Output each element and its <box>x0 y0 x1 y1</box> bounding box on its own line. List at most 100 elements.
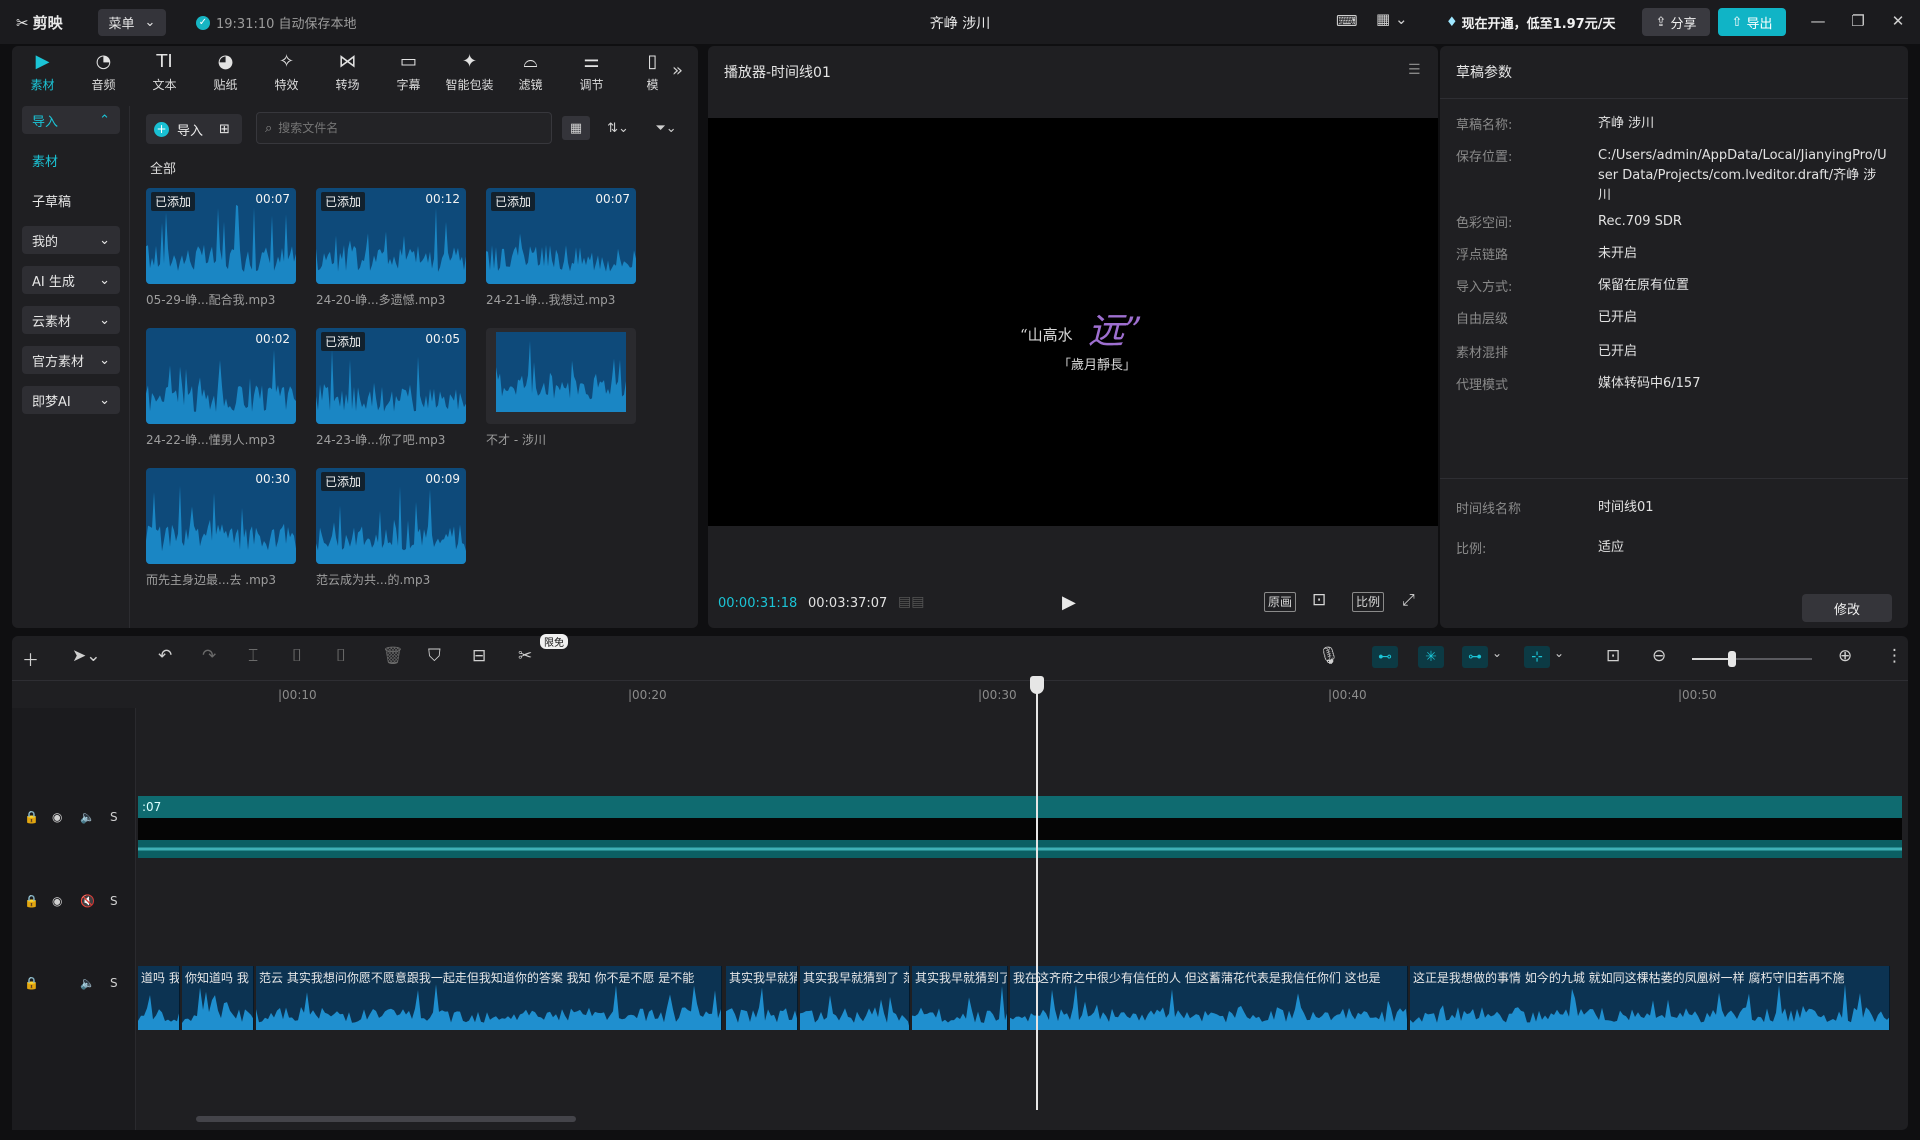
lock-icon[interactable]: 🔒 <box>24 810 39 824</box>
undo-icon[interactable]: ↶ <box>158 646 172 666</box>
eye-icon[interactable]: ◉ <box>52 810 62 824</box>
media-item[interactable]: 已添加 00:07 05-29-峥...配合我.mp3 <box>146 188 296 308</box>
s-icon[interactable]: S <box>110 976 118 990</box>
tab-sticker[interactable]: ◕ 贴纸 <box>195 46 256 98</box>
microphone-icon[interactable]: 🎙 <box>1318 646 1340 666</box>
more-options-icon[interactable]: ⋮ <box>1886 646 1903 666</box>
media-item[interactable]: 已添加 00:09 范云成为共...的.mp3 <box>316 468 466 588</box>
nav-cloud[interactable]: 云素材 ⌄ <box>22 306 120 334</box>
modify-button[interactable]: 修改 <box>1802 594 1892 622</box>
playhead-handle[interactable] <box>1030 676 1044 694</box>
chevron-down-icon[interactable]: ⌄ <box>1492 646 1502 660</box>
sort-icon[interactable]: ⇅⌄ <box>600 116 636 140</box>
tab-text[interactable]: TI 文本 <box>134 46 195 98</box>
audio-clip[interactable]: 道吗 我 <box>138 966 180 1030</box>
filter-icon[interactable]: ⏷⌄ <box>648 116 684 140</box>
tab-subtitle[interactable]: ▭ 字幕 <box>378 46 439 98</box>
split-icon[interactable]: ⌶ <box>248 646 258 666</box>
mute-icon[interactable]: 🔇 <box>80 894 95 908</box>
minimize-icon[interactable]: — <box>1808 12 1828 32</box>
audio-clip[interactable]: 你知道吗 我 <box>182 966 254 1030</box>
more-tabs-icon[interactable]: » <box>672 60 683 81</box>
nav-sub-draft[interactable]: 子草稿 <box>22 186 120 214</box>
ratio-button[interactable]: 比例 <box>1352 592 1385 612</box>
export-button[interactable]: ⇧ 导出 <box>1718 8 1786 36</box>
audio-clip[interactable]: 其实我早就猜到了 范云想 <box>800 966 910 1030</box>
horizontal-scrollbar[interactable] <box>196 1116 576 1122</box>
nav-import[interactable]: 导入 ⌃ <box>22 106 120 134</box>
select-cursor-icon[interactable]: ➤⌄ <box>72 646 101 666</box>
media-item[interactable]: 不才 - 涉川 <box>486 328 636 448</box>
search-input[interactable] <box>278 121 539 135</box>
nav-ai-gen[interactable]: AI 生成 ⌄ <box>22 266 120 294</box>
s-icon[interactable]: S <box>110 894 118 908</box>
tab-audio[interactable]: ◔ 音频 <box>73 46 134 98</box>
add-track-icon[interactable]: ＋ <box>22 646 39 671</box>
video-preview[interactable]: “山高水 远” 「歲月靜長」 <box>708 118 1438 526</box>
subtitle-edit-icon[interactable]: ⊟ <box>472 646 486 666</box>
speaker-icon[interactable]: 🔈 <box>80 810 95 824</box>
audio-clip[interactable]: 其实我早就猜到了 <box>912 966 1008 1030</box>
video-clip-waveform[interactable] <box>138 840 1902 858</box>
play-icon[interactable]: ▶ <box>1062 592 1076 613</box>
audio-clip[interactable]: 这正是我想做的事情 如今的九城 就如同这棵枯萎的凤凰树一样 腐朽守旧若再不施 <box>1410 966 1890 1030</box>
close-icon[interactable]: ✕ <box>1888 12 1908 32</box>
video-clip-frames[interactable] <box>138 818 1902 840</box>
zoom-slider-handle[interactable] <box>1728 651 1736 667</box>
audio-clip[interactable]: 范云 其实我想问你愿不愿意跟我一起走但我知道你的答案 我知 你不是不愿 是不能 <box>256 966 722 1030</box>
media-item[interactable]: 00:30 而先主身边最...去 .mp3 <box>146 468 296 588</box>
screenshot-icon[interactable]: ⊡ <box>1312 590 1326 610</box>
zoom-out-icon[interactable]: ⊖ <box>1652 646 1666 666</box>
zoom-fit-icon[interactable]: ⊡ <box>1606 646 1620 666</box>
frames-icon[interactable]: ▤▤ <box>898 594 924 610</box>
speaker-icon[interactable]: 🔈 <box>80 976 95 990</box>
s-icon[interactable]: S <box>110 810 118 824</box>
grid-view-icon[interactable]: ▦ <box>562 116 590 140</box>
redo-icon[interactable]: ↷ <box>202 646 216 666</box>
nav-mine[interactable]: 我的 ⌄ <box>22 226 120 254</box>
vip-promo[interactable]: ♦ 现在开通，低至1.97元/天 <box>1438 10 1623 34</box>
link-icon[interactable]: ⊶ <box>1462 646 1488 668</box>
tab-filter[interactable]: ⌓ 滤镜 <box>500 46 561 98</box>
auto-snap-icon[interactable]: ✳ <box>1418 646 1444 668</box>
split-right-icon[interactable]: ⌷ <box>336 646 346 666</box>
delete-icon[interactable]: 🗑 <box>382 646 404 666</box>
import-button[interactable]: + 导入 ⊞ <box>146 114 242 144</box>
tab-media[interactable]: ▶ 素材 <box>12 46 73 98</box>
tab-effects[interactable]: ✧ 特效 <box>256 46 317 98</box>
smart-cut-icon[interactable]: ✂ <box>518 646 532 666</box>
fullscreen-icon[interactable]: ⤢ <box>1402 590 1415 610</box>
share-button[interactable]: ⇪ 分享 <box>1642 8 1710 36</box>
audio-clip[interactable]: 我在这齐府之中很少有信任的人 但这蓄蒲花代表是我信任你们 这也是 <box>1010 966 1408 1030</box>
audio-clip[interactable]: 其实我早就猜 <box>726 966 798 1030</box>
nav-official[interactable]: 官方素材 ⌄ <box>22 346 120 374</box>
media-name: 而先主身边最...去 .mp3 <box>146 573 277 587</box>
media-item[interactable]: 已添加 00:12 24-20-峥...多遗憾.mp3 <box>316 188 466 308</box>
keyboard-shortcut-icon[interactable]: ⌨ <box>1336 12 1358 30</box>
tab-transition[interactable]: ⋈ 转场 <box>317 46 378 98</box>
audio-waveform <box>146 204 296 284</box>
preview-axis-icon[interactable]: ⊹ <box>1524 646 1550 668</box>
media-item[interactable]: 已添加 00:07 24-21-峥...我想过.mp3 <box>486 188 636 308</box>
restore-icon[interactable]: ❐ <box>1848 12 1868 32</box>
marker-icon[interactable]: ⛉ <box>428 646 441 666</box>
eye-icon[interactable]: ◉ <box>52 894 62 908</box>
media-item[interactable]: 00:02 24-22-峥...懂男人.mp3 <box>146 328 296 448</box>
tab-adjust[interactable]: ⚌ 调节 <box>561 46 622 98</box>
tab-smart-pack[interactable]: ✦ 智能包装 <box>439 46 500 98</box>
split-left-icon[interactable]: ⌷ <box>292 646 302 666</box>
chevron-down-icon[interactable]: ⌄ <box>1554 646 1564 660</box>
main-track-magnet-icon[interactable]: ⊷ <box>1372 646 1398 668</box>
lock-icon[interactable]: 🔒 <box>24 976 39 990</box>
media-item[interactable]: 已添加 00:05 24-23-峥...你了吧.mp3 <box>316 328 466 448</box>
playhead[interactable] <box>1036 680 1038 1110</box>
video-clip-header[interactable]: :07 <box>138 796 1902 818</box>
search-box[interactable]: ⌕ <box>256 112 552 144</box>
nav-material[interactable]: 素材 <box>22 146 120 174</box>
hamburger-menu-icon[interactable]: ☰ <box>1408 62 1421 78</box>
lock-icon[interactable]: 🔒 <box>24 894 39 908</box>
zoom-in-icon[interactable]: ⊕ <box>1838 646 1852 666</box>
nav-jimeng[interactable]: 即梦AI ⌄ <box>22 386 120 414</box>
layout-icon[interactable]: ▦ ⌄ <box>1376 10 1408 28</box>
original-quality-button[interactable]: 原画 <box>1264 592 1297 612</box>
